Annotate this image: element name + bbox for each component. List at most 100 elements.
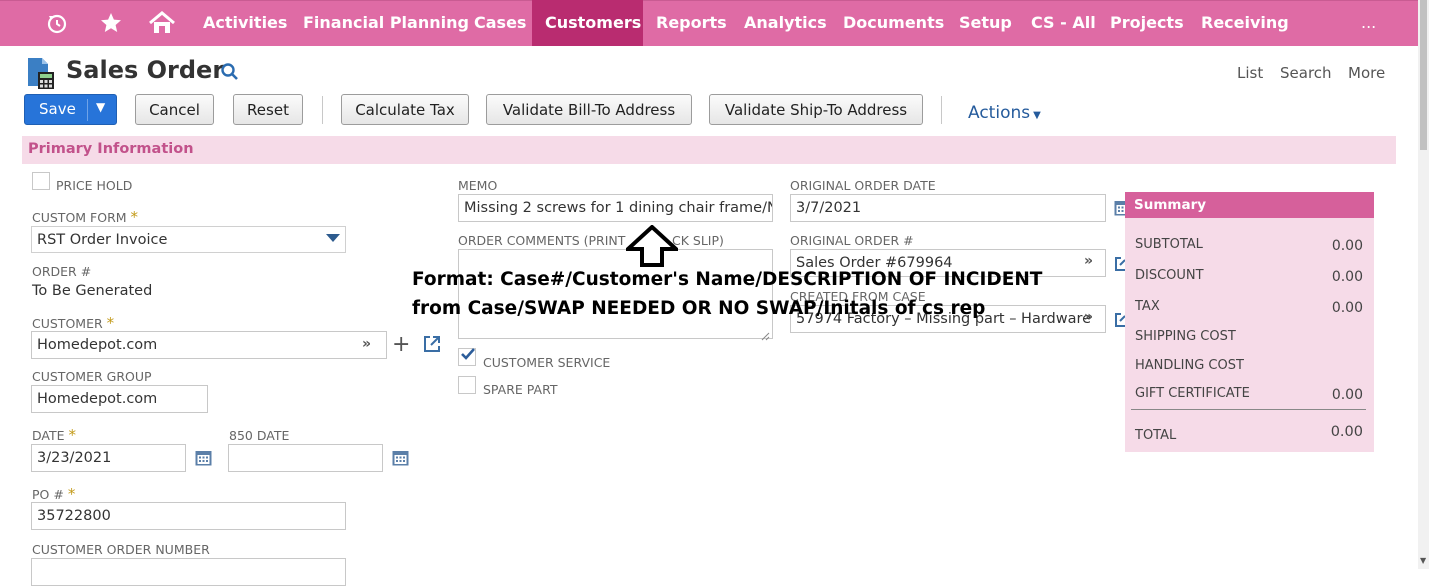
list-link[interactable]: List [1237, 64, 1263, 82]
custom-form-dropdown-arrow-icon[interactable] [326, 234, 340, 242]
save-split-divider [87, 99, 88, 121]
nav-analytics[interactable]: Analytics [731, 0, 840, 46]
original-order-date-field[interactable]: 3/7/2021 [790, 194, 1106, 222]
open-customer-external-icon[interactable] [423, 335, 441, 357]
date-label: DATE * [32, 426, 77, 444]
summary-divider [1131, 409, 1366, 410]
summary-title: Summary [1125, 192, 1374, 218]
spare-part-label: SPARE PART [483, 382, 558, 397]
nav-cs-all[interactable]: CS - All [1018, 0, 1109, 46]
created-from-double-chevron-icon[interactable]: » [1084, 309, 1093, 325]
format-annotation: Format: Case#/Customer's Name/DESCRIPTIO… [412, 265, 1042, 323]
more-link[interactable]: More [1348, 64, 1385, 82]
subtotal-label: SUBTOTAL [1135, 237, 1203, 252]
gift-certificate-label: GIFT CERTIFICATE [1135, 386, 1250, 401]
po-number-field[interactable]: 35722800 [31, 502, 346, 530]
validate-ship-to-address-button[interactable]: Validate Ship-To Address [709, 94, 923, 125]
actions-caret-icon: ▼ [1033, 110, 1041, 121]
nav-more-menu[interactable]: ... [1348, 0, 1389, 46]
original-order-date-label: ORIGINAL ORDER DATE [790, 178, 936, 193]
page-title: Sales Order [66, 56, 225, 84]
actions-menu[interactable]: Actions ▼ [968, 103, 1041, 123]
customer-group-label: CUSTOMER GROUP [32, 369, 152, 384]
validate-bill-to-address-button[interactable]: Validate Bill-To Address [486, 94, 692, 125]
add-customer-plus-icon[interactable]: + [392, 332, 410, 357]
search-icon[interactable] [220, 62, 240, 86]
nav-setup[interactable]: Setup [946, 0, 1025, 46]
customer-group-field[interactable]: Homedepot.com [31, 385, 208, 413]
actions-label: Actions [968, 103, 1031, 123]
recent-records-icon[interactable] [42, 0, 72, 46]
850-date-field[interactable] [228, 444, 383, 472]
open-case-external-icon[interactable] [1114, 312, 1126, 332]
custom-form-label: CUSTOM FORM * [32, 208, 139, 226]
toolbar-divider [322, 96, 323, 124]
order-comments-label-tail: CK SLIP) [672, 233, 724, 248]
custom-form-select[interactable]: RST Order Invoice [31, 226, 346, 253]
required-asterisk: * [106, 314, 115, 332]
calculate-tax-button[interactable]: Calculate Tax [341, 94, 469, 125]
calendar-icon[interactable] [392, 450, 409, 466]
sales-order-record-icon [26, 56, 58, 94]
tax-label: TAX [1135, 299, 1160, 314]
required-asterisk: * [67, 485, 76, 503]
textarea-resize-handle-icon[interactable] [760, 326, 770, 345]
customer-label: CUSTOMER * [32, 314, 115, 332]
total-value: 0.00 [1330, 424, 1363, 440]
customer-order-number-field[interactable] [31, 558, 346, 586]
date-field[interactable]: 3/23/2021 [31, 444, 186, 472]
nav-reports[interactable]: Reports [643, 0, 740, 46]
nav-receiving[interactable]: Receiving [1188, 0, 1302, 46]
original-order-label: ORIGINAL ORDER # [790, 233, 914, 248]
nav-customers[interactable]: Customers [532, 0, 643, 46]
original-order-double-chevron-icon[interactable]: » [1084, 253, 1093, 269]
checkmark-icon [460, 346, 476, 366]
required-asterisk: * [68, 426, 77, 444]
po-number-label: PO # * [32, 485, 76, 503]
search-link[interactable]: Search [1280, 64, 1332, 82]
save-dropdown-arrow-icon[interactable]: ▼ [96, 100, 105, 114]
customer-double-chevron-icon[interactable]: » [362, 336, 371, 352]
star-icon[interactable] [96, 0, 126, 46]
nav-cases[interactable]: Cases [461, 0, 539, 46]
order-comments-label: ORDER COMMENTS (PRINT [458, 233, 626, 248]
total-label: TOTAL [1135, 428, 1177, 443]
handling-cost-label: HANDLING COST [1135, 358, 1244, 373]
customer-order-number-label: CUSTOMER ORDER NUMBER [32, 542, 210, 557]
customer-service-label: CUSTOMER SERVICE [483, 355, 611, 370]
scrollbar-thumb[interactable] [1420, 0, 1427, 150]
tax-value: 0.00 [1331, 300, 1363, 316]
price-hold-checkbox[interactable] [32, 172, 50, 190]
calendar-icon[interactable] [195, 450, 212, 466]
discount-label: DISCOUNT [1135, 268, 1204, 283]
price-hold-label: PRICE HOLD [56, 178, 133, 193]
save-button-label: Save [39, 100, 76, 118]
nav-documents[interactable]: Documents [830, 0, 957, 46]
scroll-down-arrow-icon[interactable]: ▼ [1420, 556, 1426, 565]
gift-certificate-value: 0.00 [1331, 387, 1363, 403]
discount-value: 0.00 [1331, 269, 1363, 285]
section-title: Primary Information [28, 141, 194, 157]
reset-button[interactable]: Reset [233, 94, 303, 125]
save-button[interactable]: Save ▼ [24, 94, 117, 125]
nav-activities[interactable]: Activities [190, 0, 300, 46]
cancel-button[interactable]: Cancel [135, 94, 214, 125]
nav-projects[interactable]: Projects [1097, 0, 1197, 46]
annotation-line-1: Format: Case#/Customer's Name/DESCRIPTIO… [412, 269, 1043, 290]
open-original-order-external-icon[interactable] [1114, 256, 1126, 276]
850-date-label: 850 DATE [229, 428, 290, 443]
shipping-cost-label: SHIPPING COST [1135, 329, 1236, 344]
memo-label: MEMO [458, 178, 498, 193]
primary-information-header[interactable] [22, 136, 1396, 164]
nav-financial-planning[interactable]: Financial Planning [290, 0, 482, 46]
order-number-label: ORDER # [32, 264, 92, 279]
subtotal-value: 0.00 [1331, 238, 1363, 254]
memo-field[interactable]: Missing 2 screws for 1 dining chair fram… [458, 194, 773, 222]
home-icon[interactable] [146, 0, 178, 46]
spare-part-checkbox[interactable] [458, 376, 476, 394]
toolbar-divider [941, 96, 942, 124]
summary-panel [1125, 192, 1374, 452]
required-asterisk: * [130, 208, 139, 226]
customer-field[interactable]: Homedepot.com [31, 331, 387, 359]
annotation-line-2: from Case/SWAP NEEDED OR NO SWAP/Initals… [412, 298, 986, 319]
